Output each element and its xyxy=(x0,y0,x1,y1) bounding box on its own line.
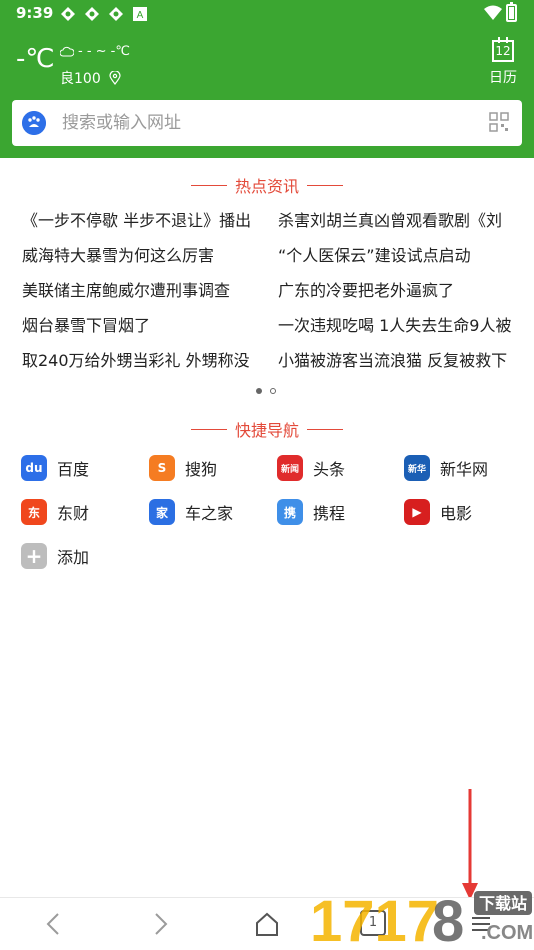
app-icon-1 xyxy=(61,7,75,21)
battery-icon xyxy=(506,2,517,22)
status-bar: 9:39 A xyxy=(0,0,534,28)
svg-text:下载站: 下载站 xyxy=(479,894,527,913)
nav-label: 携程 xyxy=(313,504,346,523)
browser-home-screen: 9:39 A -℃ - - ~ -℃ 良100 12 日历 热点资讯 xyxy=(0,0,534,950)
indicator-dot xyxy=(270,388,276,394)
page-indicator xyxy=(256,388,276,394)
news-item[interactable]: 广东的冷要把老外逼疯了 xyxy=(278,276,522,311)
nav-label: 添加 xyxy=(57,548,90,567)
home-icon[interactable] xyxy=(253,910,281,938)
status-time: 9:39 xyxy=(16,4,54,22)
nav-toutiao[interactable]: 新闻 头条 xyxy=(277,455,345,481)
air-quality[interactable]: 良100 xyxy=(60,68,121,88)
header: 9:39 A -℃ - - ~ -℃ 良100 12 日历 xyxy=(0,0,534,158)
nav-label: 搜狗 xyxy=(185,460,218,479)
sogou-icon: S xyxy=(149,455,175,481)
news-row: 美联储主席鲍威尔遭刑事调查 广东的冷要把老外逼疯了 xyxy=(22,276,522,311)
news-item[interactable]: 一次违规吃喝 1人失去生命9人被 xyxy=(278,311,522,346)
ctrip-icon: 携 xyxy=(277,499,303,525)
news-item[interactable]: 《一步不停歇 半步不退让》播出 xyxy=(22,206,278,241)
aqi-text: 良100 xyxy=(60,71,101,87)
news-row: 《一步不停歇 半步不退让》播出 杀害刘胡兰真凶曾观看歌剧《刘 xyxy=(22,206,522,241)
cloud-icon xyxy=(60,46,74,56)
nav-movie[interactable]: ▶ 电影 xyxy=(404,499,472,525)
weather-text: - - ~ -℃ xyxy=(78,44,130,59)
baidu-search-icon xyxy=(22,111,46,135)
hot-news-title: 热点资讯 xyxy=(0,173,534,196)
nav-label: 头条 xyxy=(313,460,346,479)
site-watermark-logo: 1717 8 下载站 .COM xyxy=(310,889,533,950)
car-home-icon: 家 xyxy=(149,499,175,525)
svg-text:1717: 1717 xyxy=(310,889,439,950)
qr-scan-icon[interactable] xyxy=(489,112,509,132)
add-icon: + xyxy=(21,543,47,569)
search-input[interactable] xyxy=(62,108,462,138)
news-item[interactable]: 美联储主席鲍威尔遭刑事调查 xyxy=(22,276,278,311)
news-item[interactable]: 杀害刘胡兰真凶曾观看歌剧《刘 xyxy=(278,206,522,241)
baidu-icon: du xyxy=(21,455,47,481)
nav-sogou[interactable]: S 搜狗 xyxy=(149,455,217,481)
nav-ctrip[interactable]: 携携程 xyxy=(277,499,345,525)
news-item[interactable]: 烟台暴雪下冒烟了 xyxy=(22,311,278,346)
toutiao-icon: 新闻 xyxy=(277,455,303,481)
wifi-icon xyxy=(484,5,502,20)
nav-label: 车之家 xyxy=(185,504,234,523)
news-row: 威海特大暴雪为何这么厉害 “个人医保云”建设试点启动 xyxy=(22,241,522,276)
xinhua-icon: 新华 xyxy=(404,455,430,481)
nav-add[interactable]: + 添加 xyxy=(21,543,89,569)
svg-text:A: A xyxy=(137,10,144,21)
nav-car-home[interactable]: 家车之家 xyxy=(149,499,233,525)
svg-text:8: 8 xyxy=(432,889,464,950)
svg-text:.COM: .COM xyxy=(481,922,533,944)
news-row: 烟台暴雪下冒烟了 一次违规吃喝 1人失去生命9人被 xyxy=(22,311,522,346)
news-row: 取240万给外甥当彩礼 外甥称没 小猫被游客当流浪猫 反复被救下 xyxy=(22,346,522,381)
a-icon: A xyxy=(133,7,147,21)
news-item[interactable]: “个人医保云”建设试点启动 xyxy=(278,241,522,276)
nav-baidu[interactable]: du 百度 xyxy=(21,455,89,481)
nav-label: 新华网 xyxy=(440,460,489,479)
app-icon-2 xyxy=(85,7,99,21)
app-icon-3 xyxy=(109,7,123,21)
news-item[interactable]: 威海特大暴雪为何这么厉害 xyxy=(22,241,278,276)
back-icon[interactable] xyxy=(40,910,68,938)
hot-news-list: 《一步不停歇 半步不退让》播出 杀害刘胡兰真凶曾观看歌剧《刘 威海特大暴雪为何这么… xyxy=(22,206,522,381)
nav-label: 百度 xyxy=(57,460,90,479)
indicator-dot-active xyxy=(256,388,262,394)
movie-icon: ▶ xyxy=(404,499,430,525)
nav-xinhua[interactable]: 新华 新华网 xyxy=(404,455,488,481)
weather-summary: - - ~ -℃ xyxy=(60,44,130,59)
quick-nav-title: 快捷导航 xyxy=(0,417,534,440)
location-icon xyxy=(109,71,121,85)
calendar-label: 日历 xyxy=(489,70,517,86)
nav-label: 东财 xyxy=(57,504,90,523)
forward-icon[interactable] xyxy=(146,910,174,938)
dongcai-icon: 东 xyxy=(21,499,47,525)
search-bar[interactable] xyxy=(12,100,522,146)
news-item[interactable]: 小猫被游客当流浪猫 反复被救下 xyxy=(278,346,522,381)
nav-dongcai[interactable]: 东东财 xyxy=(21,499,89,525)
temperature: -℃ xyxy=(16,44,55,74)
calendar-button[interactable]: 12 日历 xyxy=(487,37,519,87)
nav-label: 电影 xyxy=(440,504,473,523)
calendar-icon: 12 xyxy=(492,37,514,62)
news-item[interactable]: 取240万给外甥当彩礼 外甥称没 xyxy=(22,346,278,381)
